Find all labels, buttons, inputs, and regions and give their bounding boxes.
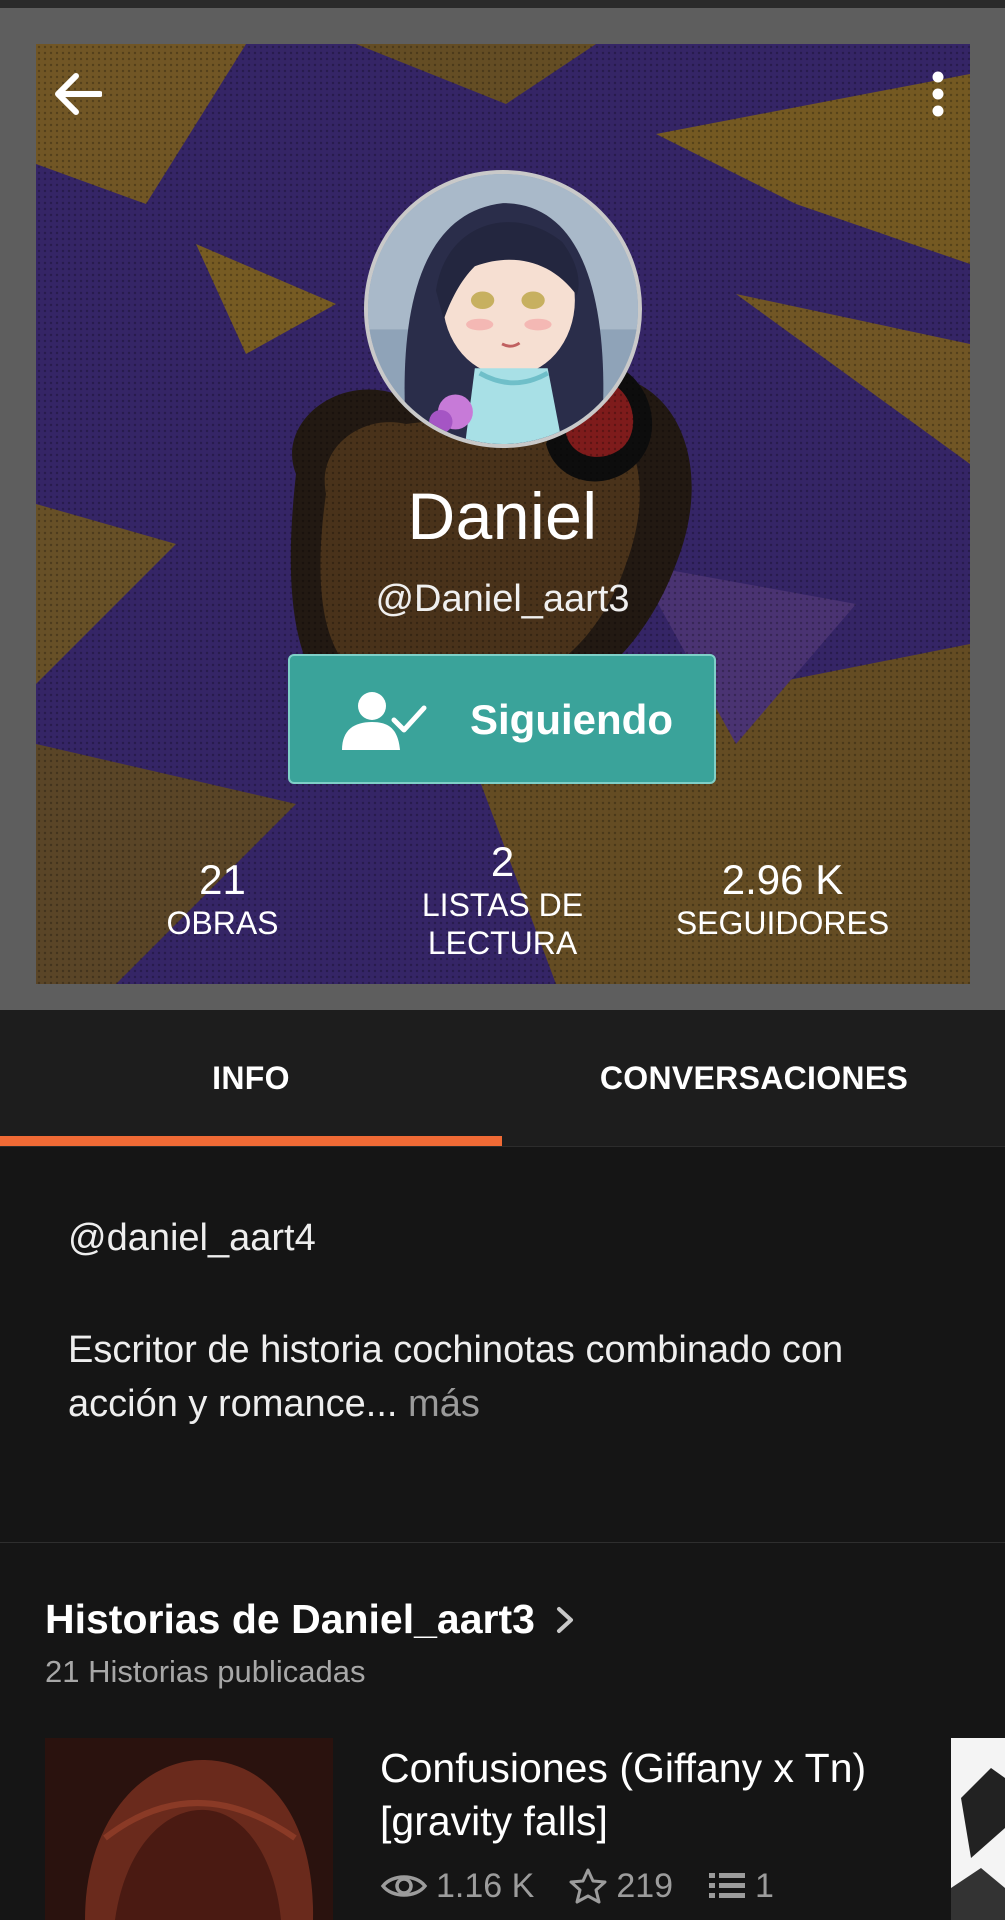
tab-info[interactable]: INFO — [0, 1010, 502, 1147]
story-parts-count: 1 — [755, 1866, 774, 1905]
stories-section-header[interactable]: Historias de Daniel_aart3 — [45, 1596, 577, 1643]
avatar[interactable] — [364, 170, 642, 448]
stat-works-value: 21 — [199, 856, 246, 903]
profile-name: Daniel — [407, 479, 598, 553]
stat-works[interactable]: 21 OBRAS — [120, 856, 325, 942]
story-meta: 1.16 K 219 1 — [380, 1862, 808, 1910]
story-reads: 1.16 K — [380, 1867, 534, 1906]
read-more-link[interactable]: más — [397, 1383, 480, 1425]
user-check-icon — [342, 692, 427, 750]
following-label: Siguiendo — [470, 696, 673, 743]
story-votes-count: 219 — [616, 1866, 674, 1905]
list-icon — [709, 1873, 746, 1898]
following-button[interactable]: Siguiendo — [288, 654, 716, 784]
active-tab-indicator — [0, 1136, 502, 1146]
next-story-cover[interactable] — [951, 1738, 1005, 1920]
divider — [0, 1542, 1005, 1543]
tab-conversations[interactable]: CONVERSACIONES — [503, 1010, 1005, 1147]
stat-reading-lists[interactable]: 2 LISTAS DE LECTURA — [390, 838, 615, 962]
story-title[interactable]: Confusiones (Giffany x Tn) [gravity fall… — [380, 1742, 900, 1848]
story-votes: 219 — [568, 1867, 673, 1906]
star-icon — [569, 1868, 607, 1904]
chevron-right-icon — [556, 1606, 573, 1633]
story-cover-art — [45, 1738, 333, 1920]
stories-section-title: Historias de Daniel_aart3 — [45, 1596, 535, 1642]
more-vert-icon — [932, 71, 944, 117]
profile-header: Daniel @Daniel_aart3 Siguiendo 21 OBRAS … — [0, 0, 1005, 1010]
about-link-handle: @daniel_aart4 — [68, 1217, 316, 1259]
stories-count: 21 Historias publicadas — [45, 1654, 366, 1689]
avatar-image — [368, 174, 638, 444]
next-story-cover-art — [951, 1738, 1005, 1920]
story-cover-image[interactable] — [45, 1738, 333, 1920]
about-bio: Escritor de historia cochinotas combinad… — [68, 1323, 948, 1431]
stat-followers-value: 2.96 K — [721, 856, 844, 903]
story-parts: 1 — [707, 1867, 774, 1906]
more-options-button[interactable] — [910, 66, 966, 122]
profile-tabs: INFO CONVERSACIONES — [0, 1010, 1005, 1147]
about-section: @daniel_aart4 Escritor de historia cochi… — [0, 1147, 1005, 1542]
back-button[interactable] — [50, 66, 106, 122]
stat-followers[interactable]: 2.96 K SEGUIDORES — [665, 856, 900, 942]
stat-works-label: OBRAS — [166, 905, 279, 941]
stat-reading-lists-value: 2 — [490, 838, 515, 885]
eye-icon — [380, 1875, 428, 1897]
stat-followers-label: SEGUIDORES — [675, 905, 890, 941]
back-arrow-icon — [55, 73, 102, 115]
profile-handle: @Daniel_aart3 — [375, 578, 630, 620]
story-reads-count: 1.16 K — [436, 1866, 535, 1905]
stat-reading-lists-label: LISTAS DE LECTURA — [421, 887, 584, 961]
